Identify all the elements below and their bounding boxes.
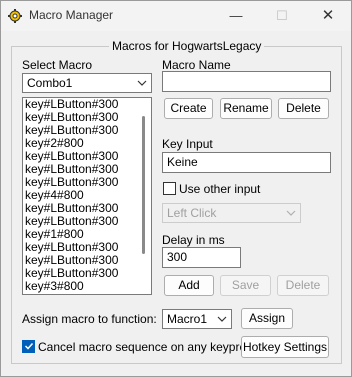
list-item[interactable]: key#3#800 — [23, 280, 151, 293]
select-macro-label: Select Macro — [22, 58, 93, 72]
delay-input[interactable]: 300 — [162, 247, 241, 268]
gear-icon — [8, 9, 22, 23]
use-other-input-label: Use other input — [179, 182, 261, 196]
assign-button[interactable]: Assign — [241, 308, 293, 329]
cancel-on-keypress-checkbox[interactable] — [22, 340, 35, 353]
chevron-down-icon — [286, 210, 296, 216]
close-button[interactable]: ✕ — [305, 1, 351, 31]
chevron-down-icon — [137, 80, 147, 86]
delete-step-button[interactable]: Delete — [277, 275, 329, 296]
hotkey-settings-button[interactable]: Hotkey Settings — [241, 336, 329, 358]
other-input-dropdown[interactable]: Left Click — [162, 203, 301, 223]
assign-function-dropdown[interactable]: Macro1 — [162, 309, 232, 329]
key-input-label: Key Input — [162, 137, 213, 151]
chevron-down-icon — [217, 316, 227, 322]
create-button[interactable]: Create — [164, 98, 213, 119]
title-bar[interactable]: Macro Manager — ☐ ✕ — [1, 1, 351, 31]
macro-name-input[interactable] — [162, 71, 331, 92]
checkmark-icon — [24, 342, 34, 350]
use-other-input-checkbox[interactable] — [163, 182, 176, 195]
select-macro-dropdown[interactable]: Combo1 — [22, 73, 152, 93]
group-title: Macros for HogwartsLegacy — [109, 39, 265, 53]
macro-name-label: Macro Name — [162, 58, 231, 72]
rename-button[interactable]: Rename — [220, 98, 272, 119]
macro-manager-window: Macro Manager — ☐ ✕ Macros for HogwartsL… — [0, 0, 352, 377]
maximize-button[interactable]: ☐ — [259, 1, 305, 31]
delay-label: Delay in ms — [162, 233, 225, 247]
macro-steps-list[interactable]: key#LButton#300 key#LButton#300 key#LButto… — [22, 97, 152, 295]
list-scrollbar[interactable] — [142, 116, 145, 254]
save-step-button[interactable]: Save — [220, 275, 271, 296]
minimize-button[interactable]: — — [213, 1, 259, 31]
select-macro-value: Combo1 — [27, 76, 73, 90]
window-title: Macro Manager — [29, 8, 114, 22]
other-input-value: Left Click — [167, 206, 217, 220]
assign-label: Assign macro to function: — [22, 312, 157, 326]
key-input-field[interactable]: Keine — [162, 152, 331, 173]
cancel-on-keypress-label: Cancel macro sequence on any keypress. — [38, 340, 262, 354]
assign-function-value: Macro1 — [167, 312, 208, 326]
add-step-button[interactable]: Add — [164, 275, 214, 296]
delete-macro-button[interactable]: Delete — [278, 98, 329, 119]
